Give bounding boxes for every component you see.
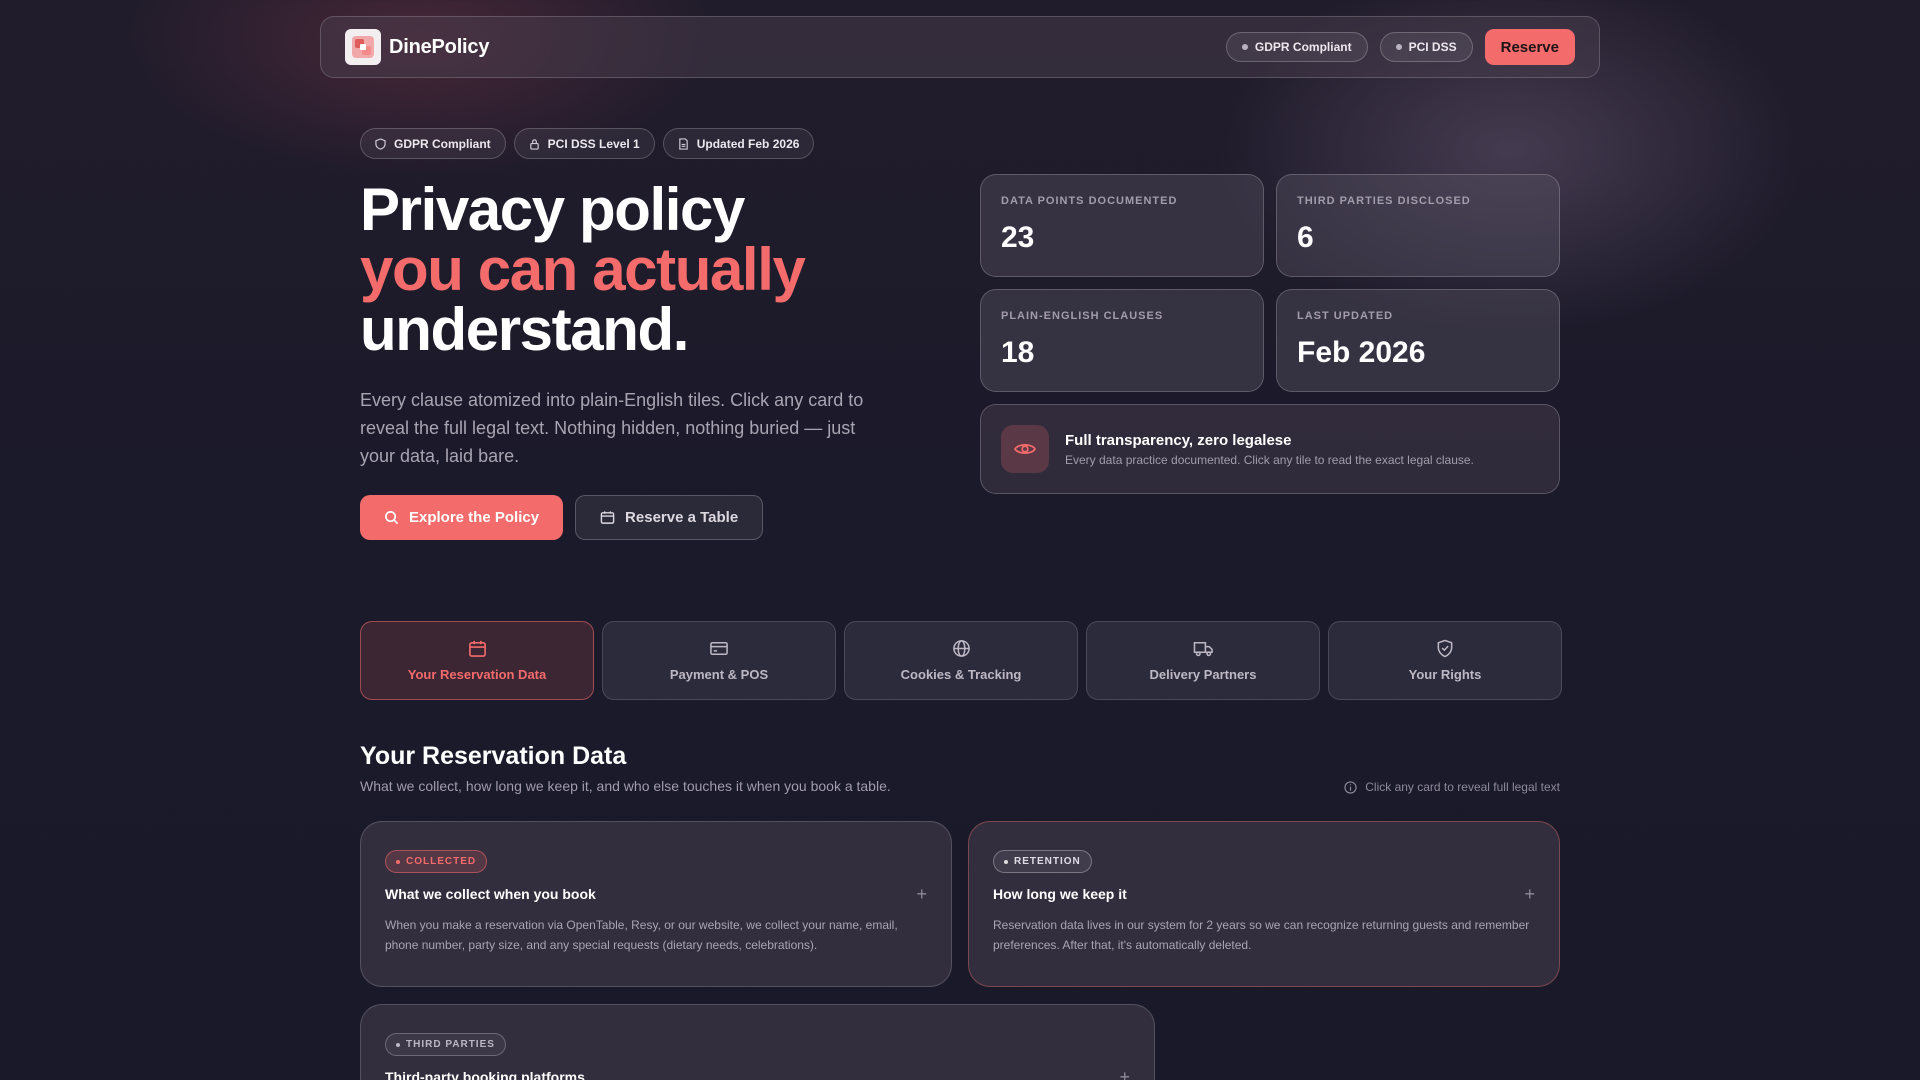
tag-label: RETENTION xyxy=(1014,856,1081,867)
hero-ctas: Explore the Policy Reserve a Table xyxy=(360,495,764,540)
reserve-table-button[interactable]: Reserve a Table xyxy=(575,495,764,540)
transparency-text: Every data practice documented. Click an… xyxy=(1065,452,1474,467)
badge-label: PCI DSS Level 1 xyxy=(547,136,640,151)
tag-dot-icon xyxy=(1004,859,1008,864)
stat-value: 18 xyxy=(1001,336,1035,369)
policy-card-third-parties[interactable]: THIRD PARTIES Third-party booking platfo… xyxy=(360,1004,1155,1080)
stat-label: DATA POINTS DOCUMENTED xyxy=(1001,195,1178,207)
eye-icon xyxy=(1001,425,1049,473)
section-subtitle: What we collect, how long we keep it, an… xyxy=(360,778,891,794)
badge-label: GDPR Compliant xyxy=(394,136,491,151)
tab-label: Your Rights xyxy=(1408,667,1482,682)
tab-label: Your Reservation Data xyxy=(407,667,547,682)
explore-policy-label: Explore the Policy xyxy=(409,509,540,526)
search-icon xyxy=(384,510,399,525)
calendar-icon xyxy=(468,639,487,658)
hero-subtitle: Every clause atomized into plain-English… xyxy=(360,390,864,466)
document-icon xyxy=(678,137,689,150)
policy-card-retention[interactable]: RETENTION How long we keep it + Reservat… xyxy=(968,821,1560,987)
pci-pill-label: PCI DSS xyxy=(1408,40,1457,54)
truck-icon xyxy=(1193,639,1214,658)
stat-card-data-points: DATA POINTS DOCUMENTED 23 xyxy=(980,174,1264,277)
headline-line-1: Privacy policy xyxy=(360,176,745,243)
logo-icon[interactable] xyxy=(345,29,381,65)
stat-card-clauses: PLAIN-ENGLISH CLAUSES 18 xyxy=(980,289,1264,392)
tag-collected: COLLECTED xyxy=(385,850,488,873)
section-title: Your Reservation Data xyxy=(360,742,627,770)
status-dot-icon xyxy=(1395,44,1402,50)
tag-retention: RETENTION xyxy=(993,850,1092,873)
stat-value: Feb 2026 xyxy=(1297,336,1426,369)
badge-gdpr: GDPR Compliant xyxy=(360,128,506,159)
stat-value: 23 xyxy=(1001,221,1035,254)
tag-dot-icon xyxy=(396,859,400,864)
hero-headline: Privacy policy you can actually understa… xyxy=(360,176,806,363)
badge-updated: Updated Feb 2026 xyxy=(662,128,815,159)
status-dot-icon xyxy=(1241,44,1248,50)
badge-pci: PCI DSS Level 1 xyxy=(513,128,655,159)
tag-dot-icon xyxy=(396,1042,400,1047)
globe-icon xyxy=(952,639,971,658)
section-hint: Click any card to reveal full legal text xyxy=(1344,780,1560,794)
brand-name[interactable]: DinePolicy xyxy=(389,36,489,59)
stat-card-third-parties: THIRD PARTIES DISCLOSED 6 xyxy=(1276,174,1560,277)
shield-icon xyxy=(375,137,386,150)
credit-card-icon xyxy=(709,639,729,658)
badge-label: Updated Feb 2026 xyxy=(696,136,800,151)
plus-icon[interactable]: + xyxy=(916,885,927,903)
gdpr-pill: GDPR Compliant xyxy=(1225,32,1368,62)
top-navbar: DinePolicy GDPR Compliant PCI DSS Reserv… xyxy=(320,16,1600,78)
tab-label: Payment & POS xyxy=(669,667,769,682)
calendar-icon xyxy=(600,510,615,525)
card-title: How long we keep it xyxy=(993,886,1127,902)
info-icon xyxy=(1344,780,1357,794)
stat-label: THIRD PARTIES DISCLOSED xyxy=(1297,195,1471,207)
reserve-table-label: Reserve a Table xyxy=(625,509,739,526)
tab-payment-pos[interactable]: Payment & POS xyxy=(602,621,836,700)
section-hint-text: Click any card to reveal full legal text xyxy=(1365,780,1560,794)
reserve-button[interactable]: Reserve xyxy=(1484,29,1575,65)
tab-delivery-partners[interactable]: Delivery Partners xyxy=(1086,621,1320,700)
card-title: Third-party booking platforms xyxy=(385,1069,585,1080)
stat-label: PLAIN-ENGLISH CLAUSES xyxy=(1001,310,1164,322)
tag-label: COLLECTED xyxy=(406,856,477,867)
tab-cookies-tracking[interactable]: Cookies & Tracking xyxy=(844,621,1078,700)
tag-label: THIRD PARTIES xyxy=(406,1039,495,1050)
tab-label: Delivery Partners xyxy=(1149,667,1257,682)
plus-icon[interactable]: + xyxy=(1119,1068,1130,1080)
headline-line-2: you can actually xyxy=(360,236,806,303)
card-text: When you make a reservation via OpenTabl… xyxy=(385,918,898,952)
lock-icon xyxy=(529,138,540,150)
headline-line-3: understand. xyxy=(360,296,689,363)
card-text: Reservation data lives in our system for… xyxy=(993,918,1530,952)
explore-policy-button[interactable]: Explore the Policy xyxy=(360,495,564,540)
tag-third-parties: THIRD PARTIES xyxy=(385,1033,506,1056)
shield-check-icon xyxy=(1436,639,1454,658)
stat-value: 6 xyxy=(1297,221,1314,254)
transparency-title: Full transparency, zero legalese xyxy=(1065,431,1292,449)
tab-label: Cookies & Tracking xyxy=(900,667,1022,682)
plus-icon[interactable]: + xyxy=(1524,885,1535,903)
pci-pill: PCI DSS xyxy=(1379,32,1473,62)
gdpr-pill-label: GDPR Compliant xyxy=(1254,40,1352,54)
stat-label: LAST UPDATED xyxy=(1297,310,1394,322)
card-title: What we collect when you book xyxy=(385,886,596,902)
tab-reservation-data[interactable]: Your Reservation Data xyxy=(360,621,594,700)
policy-card-collected[interactable]: COLLECTED What we collect when you book … xyxy=(360,821,952,987)
transparency-card: Full transparency, zero legalese Every d… xyxy=(980,404,1560,494)
tab-your-rights[interactable]: Your Rights xyxy=(1328,621,1562,700)
stat-card-last-updated: LAST UPDATED Feb 2026 xyxy=(1276,289,1560,392)
policy-tabs: Your Reservation Data Payment & POS Cook… xyxy=(360,621,1562,700)
hero-badges: GDPR Compliant PCI DSS Level 1 Updated F… xyxy=(360,128,815,159)
